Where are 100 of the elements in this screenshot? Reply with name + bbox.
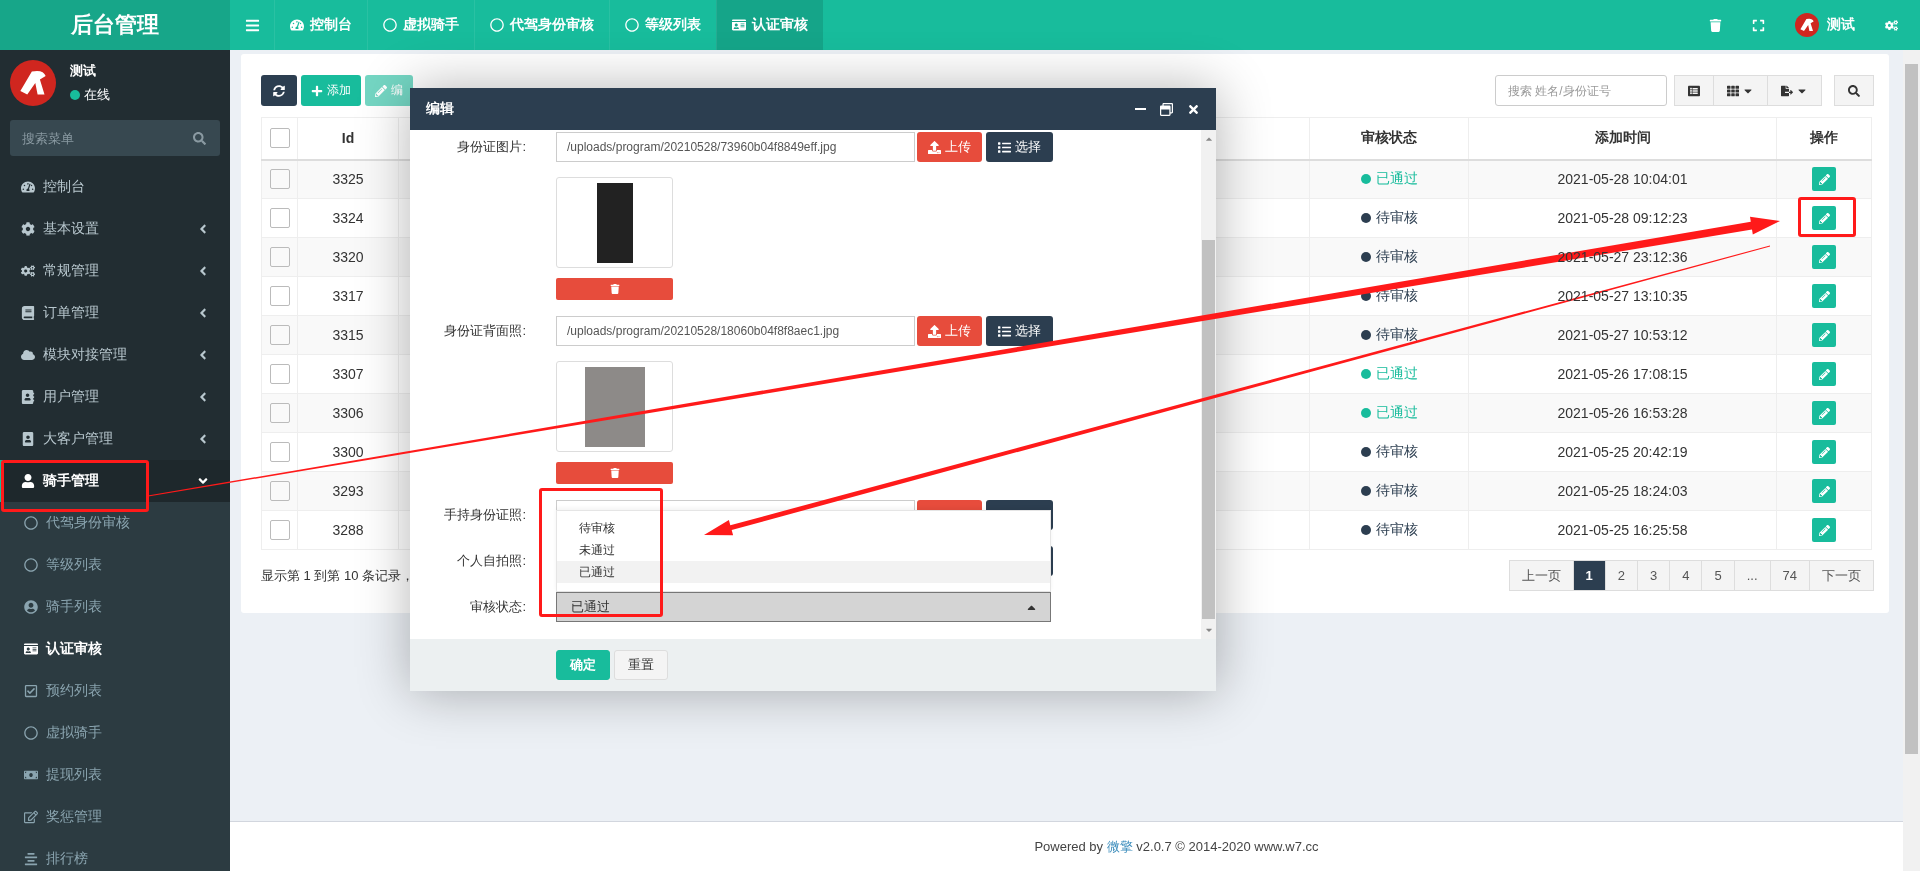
sidebar-item[interactable]: 模块对接管理 — [0, 334, 230, 376]
settings-icon[interactable] — [1885, 18, 1898, 32]
dialog-scrollbar[interactable] — [1201, 130, 1216, 639]
checkbox[interactable] — [269, 128, 290, 149]
table-cell: 3288 — [297, 510, 399, 550]
menu-search-field[interactable]: 搜索菜单 — [10, 120, 220, 156]
edit-button[interactable] — [1812, 245, 1836, 269]
search-field[interactable]: 搜索 姓名/身份证号 — [1495, 75, 1667, 106]
view-toggle-button[interactable] — [1674, 75, 1714, 106]
checkbox[interactable] — [269, 169, 290, 190]
sidebar-subitem[interactable]: 奖惩管理 — [0, 796, 230, 838]
user-status: 在线 — [84, 86, 110, 104]
edit-button[interactable] — [1812, 362, 1836, 386]
delete-button[interactable] — [556, 462, 673, 484]
status-select[interactable]: 已通过 — [556, 592, 1051, 622]
page-link[interactable]: 上一页 — [1508, 560, 1574, 591]
checkbox[interactable] — [269, 247, 290, 267]
delete-button[interactable] — [556, 278, 673, 300]
trash-icon[interactable] — [1709, 18, 1722, 32]
search-button[interactable] — [1834, 75, 1874, 106]
sidebar-subitem[interactable]: 骑手列表 — [0, 586, 230, 628]
upload-button[interactable]: 上传 — [917, 316, 982, 346]
page-link[interactable]: 3 — [1637, 560, 1671, 591]
export-button[interactable] — [1767, 75, 1822, 106]
table-cell: 3324 — [297, 198, 399, 238]
status-text: 已通过 — [1375, 365, 1418, 383]
dropdown-option[interactable]: 未通过 — [557, 539, 1050, 561]
restore-icon — [1160, 102, 1173, 116]
sidebar-subitem[interactable]: 排行榜 — [0, 838, 230, 871]
sidebar-item[interactable]: 大客户管理 — [0, 418, 230, 460]
field-label: 身份证背面照: — [443, 322, 526, 340]
checkbox[interactable] — [269, 364, 290, 384]
sidebar-subitem[interactable]: 等级列表 — [0, 544, 230, 586]
footer-text: Powered by 微擎 v2.0.7 © 2014-2020 www.w7.cc — [1034, 837, 1319, 856]
sidebar-item[interactable]: 订单管理 — [0, 292, 230, 334]
status-text: 待审核 — [1375, 482, 1418, 500]
columns-button[interactable] — [1713, 75, 1768, 106]
book-icon — [21, 306, 35, 320]
checkbox[interactable] — [269, 520, 290, 540]
list-icon — [998, 140, 1011, 154]
checkbox[interactable] — [269, 325, 290, 345]
plus-icon — [311, 84, 323, 97]
gears-icon — [21, 264, 35, 278]
pencil-icon — [1818, 173, 1830, 185]
checkbox[interactable] — [269, 208, 290, 228]
checkbox[interactable] — [269, 442, 290, 462]
sidebar-subitem[interactable]: 代驾身份审核 — [0, 502, 230, 544]
id-card-icon — [732, 18, 746, 32]
trash-icon — [609, 468, 620, 478]
checkbox[interactable] — [269, 286, 290, 306]
page-link[interactable]: 下一页 — [1809, 560, 1874, 591]
edit-button[interactable] — [1812, 284, 1836, 308]
contact-card-icon — [21, 390, 35, 404]
fullscreen-icon[interactable] — [1752, 18, 1765, 32]
page-link[interactable]: 1 — [1572, 560, 1606, 591]
sidebar-subitem[interactable]: 提现列表 — [0, 754, 230, 796]
choose-button[interactable]: 选择 — [986, 316, 1053, 346]
pencil-icon — [1818, 524, 1830, 536]
reset-button[interactable]: 重置 — [614, 650, 668, 680]
sidebar-item[interactable]: 常规管理 — [0, 250, 230, 292]
edit-button[interactable] — [1812, 323, 1836, 347]
edit-button[interactable] — [1812, 479, 1836, 503]
page-link[interactable]: 2 — [1604, 560, 1638, 591]
restore-button[interactable] — [1160, 101, 1173, 117]
page-link[interactable]: 5 — [1701, 560, 1735, 591]
dialog-title: 编辑 — [426, 100, 455, 118]
field-label: 个人自拍照: — [456, 552, 526, 570]
edit-button[interactable] — [1812, 167, 1836, 192]
user-icon — [21, 474, 35, 488]
dropdown-option[interactable]: 已通过 — [557, 561, 1050, 583]
edit-button[interactable] — [1812, 518, 1836, 542]
path-input[interactable]: /uploads/program/20210528/18060b04f8f8aec1.jpg — [556, 316, 915, 346]
page-link[interactable]: 74 — [1769, 560, 1810, 591]
checkbox-icon — [24, 684, 38, 698]
checkbox[interactable] — [269, 481, 290, 501]
page-link[interactable]: ... — [1733, 560, 1771, 591]
pencil-icon — [1818, 212, 1830, 224]
dropdown-option[interactable]: 待审核 — [557, 517, 1050, 539]
refresh-button[interactable] — [261, 75, 297, 106]
edit-button[interactable] — [1812, 440, 1836, 464]
edit-button[interactable] — [1812, 401, 1836, 425]
sidebar-item[interactable]: 基本设置 — [0, 208, 230, 250]
upload-button[interactable]: 上传 — [917, 132, 982, 162]
footer-link[interactable]: 微擎 — [1106, 838, 1133, 854]
page-link[interactable]: 4 — [1669, 560, 1703, 591]
edit-button[interactable] — [1812, 206, 1836, 230]
sidebar-subitem[interactable]: 预约列表 — [0, 670, 230, 712]
cloud-icon — [21, 348, 35, 362]
table-cell: 3317 — [297, 276, 399, 316]
table-cell-text: 2021-05-26 17:08:15 — [1556, 366, 1689, 382]
sidebar-item[interactable]: 用户管理 — [0, 376, 230, 418]
sidebar-item[interactable]: 骑手管理 — [0, 460, 230, 502]
sidebar-subitem[interactable]: 虚拟骑手 — [0, 712, 230, 754]
choose-button[interactable]: 选择 — [986, 132, 1053, 162]
path-input[interactable]: /uploads/program/20210528/73960b04f8849eff.jpg — [556, 132, 915, 162]
page-scrollbar[interactable] — [1903, 50, 1920, 871]
checkbox[interactable] — [269, 403, 290, 423]
bars-icon — [24, 852, 38, 866]
sidebar-subitem[interactable]: 认证审核 — [0, 628, 230, 670]
sidebar-item[interactable]: 控制台 — [0, 166, 230, 208]
